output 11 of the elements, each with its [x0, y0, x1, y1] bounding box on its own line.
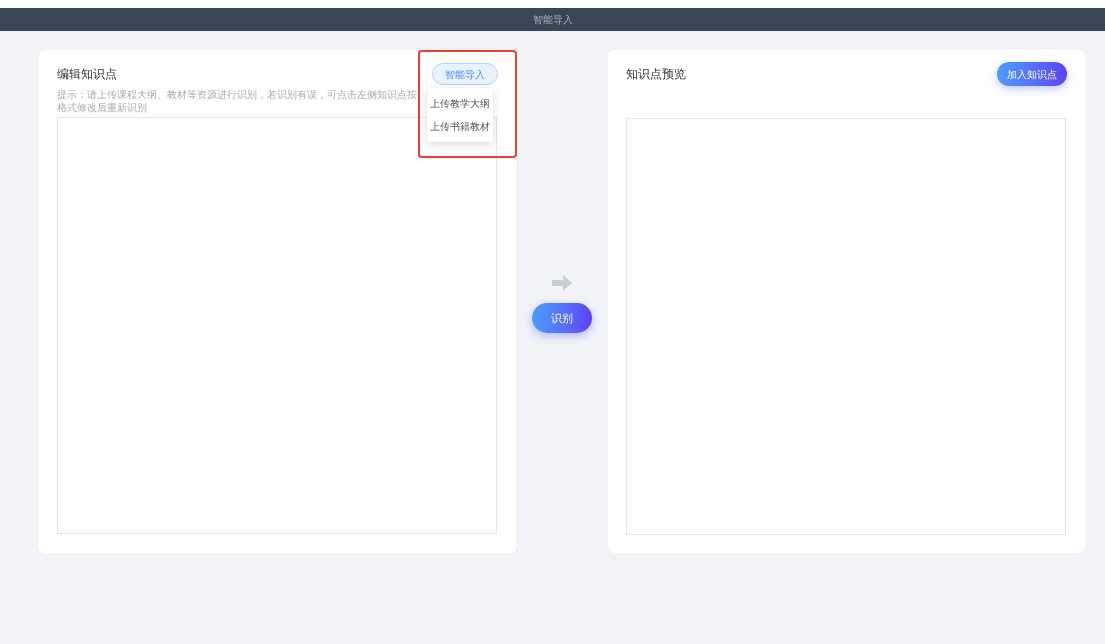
- menu-item[interactable]: 上传书籍教材: [427, 115, 493, 138]
- input-field[interactable]: [57, 117, 497, 534]
- arrow-icon: [552, 275, 572, 291]
- hint-text: 提示：请上传课程大纲、教材等资源进行识别，若识别有误，可点击左侧知识点按格式修改后重新识别: [57, 88, 417, 114]
- menu-item[interactable]: 上传教学大纲: [427, 92, 493, 115]
- recognize-button[interactable]: 识别: [532, 303, 592, 333]
- import-button[interactable]: 智能导入: [432, 63, 498, 85]
- window-title: 智能导入: [532, 13, 573, 27]
- card-title: 知识点预览: [626, 66, 686, 83]
- add-button[interactable]: 加入知识点: [997, 62, 1067, 86]
- card-title: 编辑知识点: [57, 66, 117, 83]
